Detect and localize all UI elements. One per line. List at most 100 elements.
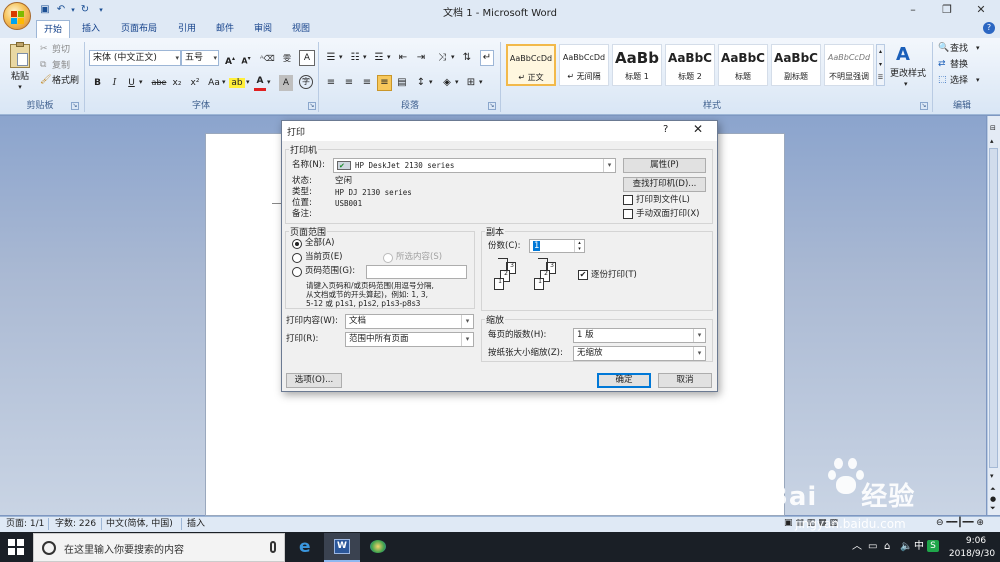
restore-button[interactable]: ❐ [932, 2, 962, 18]
style-tile-title[interactable]: AaBbC 标题 [718, 44, 768, 86]
tab-review[interactable]: 审阅 [246, 20, 280, 38]
shading-icon[interactable]: ◈ [440, 75, 454, 91]
underline-button[interactable]: U [125, 75, 138, 91]
security-app-icon[interactable]: S [927, 540, 939, 552]
style-tile-heading-2[interactable]: AaBbC 标题 2 [665, 44, 715, 86]
format-painter-icon[interactable]: 🖌 [40, 75, 51, 85]
underline-dropdown-icon[interactable]: ▾ [139, 78, 143, 86]
find-dropdown-icon[interactable]: ▾ [976, 44, 980, 52]
shading-dropdown-icon[interactable]: ▾ [455, 78, 459, 86]
numbering-icon[interactable]: ☷ [348, 50, 362, 66]
range-selection-radio[interactable] [383, 253, 393, 263]
sort-icon[interactable]: ⇅ [460, 50, 474, 66]
edge-icon[interactable]: e [289, 533, 325, 562]
scroll-up-icon[interactable]: ▴ [990, 137, 994, 145]
styles-launcher-icon[interactable]: ↘ [920, 102, 928, 110]
select-dropdown-icon[interactable]: ▾ [976, 76, 980, 84]
clock-time[interactable]: 9:06 [956, 536, 996, 546]
bullets-dropdown-icon[interactable]: ▾ [339, 53, 343, 61]
tab-insert[interactable]: 插入 [74, 20, 108, 38]
print-to-file-checkbox[interactable] [623, 195, 633, 205]
line-spacing-dropdown-icon[interactable]: ▾ [429, 78, 433, 86]
office-button-icon[interactable] [3, 2, 31, 30]
character-border-icon[interactable]: A [299, 50, 315, 66]
copy-button[interactable]: 复制 [52, 58, 80, 74]
font-launcher-icon[interactable]: ↘ [308, 102, 316, 110]
network-icon[interactable]: ⌂ [884, 541, 890, 553]
styles-gallery-scroll[interactable]: ▴ ▾ ☰ [876, 44, 885, 86]
paragraph-launcher-icon[interactable]: ↘ [488, 102, 496, 110]
borders-dropdown-icon[interactable]: ▾ [479, 78, 483, 86]
highlight-dropdown-icon[interactable]: ▾ [246, 78, 250, 86]
dialog-close-button[interactable]: ✕ [693, 122, 703, 136]
zoom-slider[interactable]: ⊖ ━━┃━━ ⊕ [936, 518, 984, 528]
subscript-button[interactable]: x₂ [170, 75, 184, 91]
find-button[interactable]: 查找 [950, 41, 976, 57]
vertical-scroll-thumb[interactable] [989, 148, 998, 468]
font-color-dropdown-icon[interactable]: ▾ [267, 78, 271, 86]
clock-date[interactable]: 2018/9/30 [944, 549, 1000, 559]
tray-overflow-icon[interactable]: ︿ [852, 541, 862, 553]
windows-start-icon[interactable] [8, 539, 24, 555]
tab-mailings[interactable]: 邮件 [208, 20, 242, 38]
battery-icon[interactable]: ▭ [868, 541, 877, 553]
replace-icon[interactable]: ⇄ [938, 59, 946, 69]
select-icon[interactable]: ⬚ [938, 75, 947, 85]
ok-button[interactable]: 确定 [597, 373, 651, 388]
minimize-button[interactable]: – [898, 2, 928, 18]
collate-checkbox[interactable]: ✔ [578, 270, 588, 280]
bold-button[interactable]: B [91, 75, 104, 91]
highlight-icon[interactable]: ab [229, 75, 245, 91]
copies-count-input[interactable]: 1 ▴ ▾ [529, 239, 585, 253]
font-color-icon[interactable]: A [254, 75, 266, 91]
justify-icon[interactable]: ≡ [377, 75, 392, 91]
numbering-dropdown-icon[interactable]: ▾ [363, 53, 367, 61]
browse-object-icon[interactable]: ● [990, 495, 996, 503]
print-what-select[interactable]: 文档 ▾ [345, 314, 474, 329]
distributed-icon[interactable]: ▤ [395, 75, 409, 91]
ruler-toggle-icon[interactable]: ⊟ [990, 124, 996, 132]
borders-icon[interactable]: ⊞ [464, 75, 478, 91]
chinese-layout-dropdown-icon[interactable]: ▾ [451, 53, 455, 61]
change-case-button[interactable]: Aa [206, 75, 222, 91]
pages-per-sheet-select[interactable]: 1 版 ▾ [573, 328, 706, 343]
help-icon[interactable]: ? [983, 22, 995, 34]
shrink-font-icon[interactable]: A▾ [239, 50, 253, 66]
clear-formatting-icon[interactable]: ᴬ⌫ [259, 50, 275, 66]
range-all-radio[interactable] [292, 239, 302, 249]
strikethrough-button[interactable]: abe [150, 75, 168, 91]
align-right-icon[interactable]: ≡ [360, 75, 374, 91]
grow-font-icon[interactable]: A▴ [223, 50, 237, 67]
previous-page-icon[interactable]: ⏶ [990, 485, 996, 494]
decrease-indent-icon[interactable]: ⇤ [396, 50, 410, 66]
microphone-icon[interactable] [270, 541, 276, 553]
align-center-icon[interactable]: ≡ [342, 75, 356, 91]
status-word-count[interactable]: 字数: 226 [55, 518, 96, 530]
change-case-dropdown-icon[interactable]: ▾ [222, 78, 226, 86]
multilevel-dropdown-icon[interactable]: ▾ [387, 53, 391, 61]
align-left-icon[interactable]: ≡ [324, 75, 338, 91]
find-icon[interactable]: 🔍 [938, 43, 949, 53]
style-tile-normal[interactable]: AaBbCcDd ↵ 正文 [506, 44, 556, 86]
replace-button[interactable]: 替换 [950, 57, 976, 73]
change-styles-button[interactable]: 更改样式 [888, 66, 928, 82]
print-select[interactable]: 范围中所有页面 ▾ [345, 332, 474, 347]
scissors-icon[interactable]: ✂ [40, 44, 48, 54]
line-spacing-icon[interactable]: ↕ [414, 75, 428, 91]
volume-icon[interactable]: 🔈 [900, 541, 912, 553]
enclose-characters-icon[interactable]: 字 [299, 75, 313, 89]
paste-dropdown-icon[interactable]: ▾ [6, 83, 34, 91]
printer-name-select[interactable]: ✔ HP DeskJet 2130 series ▾ [333, 158, 616, 173]
font-size-select[interactable]: 五号 ▾ [181, 50, 219, 66]
style-tile-no-spacing[interactable]: AaBbCcDd ↵ 无间隔 [559, 44, 609, 86]
cancel-button[interactable]: 取消 [658, 373, 712, 388]
format-painter-button[interactable]: 格式刷 [52, 73, 82, 89]
spinner-icon[interactable]: ▴ ▾ [574, 240, 584, 252]
scroll-down-icon[interactable]: ▾ [990, 472, 994, 480]
style-tile-subtle-emphasis[interactable]: AaBbCcDd 不明显强调 [824, 44, 874, 86]
properties-button[interactable]: 属性(P) [623, 158, 706, 173]
show-hide-marks-icon[interactable]: ↵ [480, 50, 494, 66]
superscript-button[interactable]: x² [188, 75, 202, 91]
word-taskbar-icon[interactable]: W [324, 533, 360, 562]
tab-page-layout[interactable]: 页面布局 [114, 20, 164, 38]
